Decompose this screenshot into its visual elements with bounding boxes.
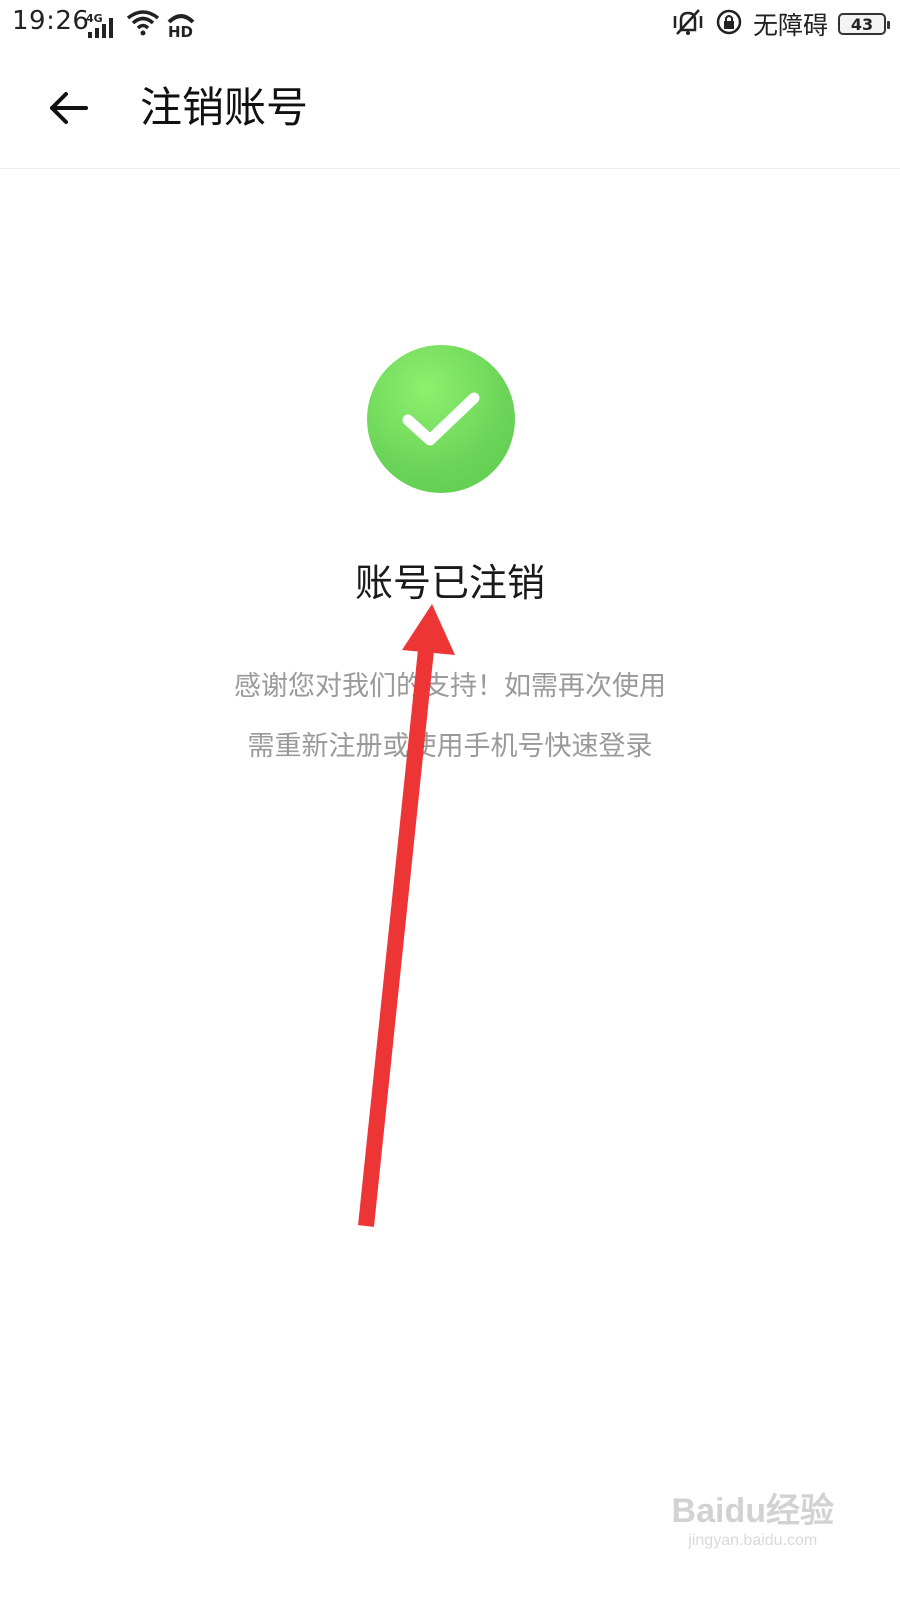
watermark-brand: Baidu经验: [671, 1492, 834, 1530]
rotation-lock-icon: [715, 8, 743, 40]
signal-4g-icon: 4G: [86, 12, 120, 40]
result-message-line2: 需重新注册或使用手机号快速登录: [247, 731, 653, 762]
check-circle-icon: [367, 345, 515, 493]
vibrate-icon: [671, 8, 705, 40]
hd-call-icon: HD: [166, 12, 196, 41]
wifi-icon: [126, 8, 160, 40]
baidu-jingyan-watermark: Baidu经验 jingyan.baidu.com: [672, 1483, 834, 1550]
battery-level: 43: [850, 14, 874, 34]
status-bar: 19:26 4G HD 无障碍 43: [0, 0, 900, 46]
app-bar: 注销账号: [0, 46, 900, 169]
status-right-icons: 无障碍 43: [671, 6, 890, 42]
battery-icon: 43: [838, 13, 890, 35]
arrow-left-icon: [50, 92, 88, 124]
status-left-icons: 4G HD: [86, 8, 196, 41]
back-button[interactable]: [40, 80, 96, 136]
result-message-line1: 感谢您对我们的支持！如需再次使用: [234, 671, 666, 702]
watermark-url: jingyan.baidu.com: [688, 1532, 818, 1549]
page-title: 注销账号: [140, 83, 309, 132]
annotation-arrow-icon: [358, 604, 455, 1227]
hd-label: HD: [168, 23, 194, 41]
accessibility-label: 无障碍: [752, 11, 828, 40]
status-time: 19:26: [12, 6, 90, 36]
result-title: 账号已注销: [354, 561, 545, 605]
